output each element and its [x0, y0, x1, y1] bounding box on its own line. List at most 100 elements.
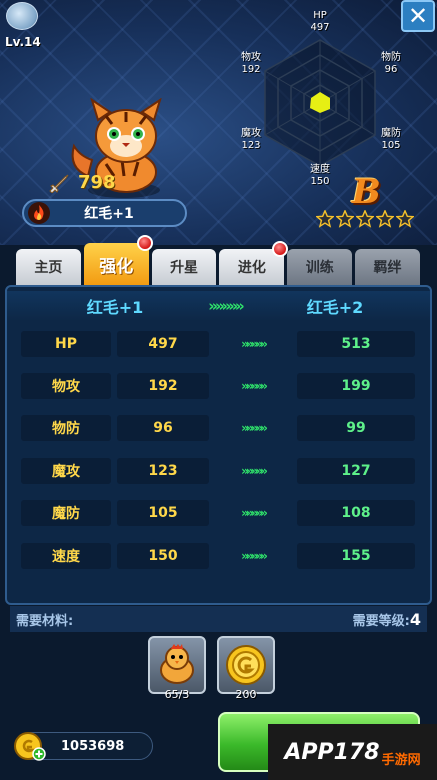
- avatar-icon: [6, 2, 38, 30]
- radar-mdef-value: 105: [381, 140, 401, 151]
- radar-patk-name: 物攻: [241, 52, 261, 63]
- material-count: 65/3: [164, 688, 190, 701]
- arrow-right-icon: »»»»»: [241, 549, 268, 563]
- tab-enhance-label: 强化: [99, 256, 134, 277]
- stat-label: 魔攻: [21, 458, 111, 484]
- stat-row-hp: HP 497 »»»»» 513: [21, 331, 421, 357]
- stat-current: 192: [117, 373, 209, 399]
- radar-speed-name: 速度: [310, 164, 330, 175]
- notification-dot: [136, 235, 153, 251]
- radar-pdef-value: 96: [384, 64, 398, 75]
- required-level-label: 需要等级:: [352, 613, 410, 629]
- stat-label: 物防: [21, 415, 111, 441]
- tab-enhance[interactable]: 强化: [83, 235, 153, 285]
- watermark-subtext: 手游网: [381, 753, 421, 768]
- arrow-right-icon: »»»»»: [241, 506, 268, 520]
- watermark-text: APP178: [284, 739, 380, 765]
- gold-coin-icon: [226, 645, 266, 685]
- stat-label: 魔防: [21, 500, 111, 526]
- player-avatar[interactable]: [4, 2, 44, 32]
- chevron-right-icon: »»»»»: [208, 297, 244, 315]
- stat-current: 105: [117, 500, 209, 526]
- tab-home-label: 主页: [34, 260, 63, 276]
- tab-evolve-label: 进化: [237, 260, 266, 276]
- radar-matk-name: 魔攻: [241, 128, 261, 139]
- material-slot-chicken[interactable]: [148, 636, 206, 694]
- compare-header: 红毛+1 »»»»» 红毛+2: [7, 291, 430, 321]
- material-count: 200: [235, 688, 257, 701]
- tab-bond[interactable]: 羁绊: [355, 249, 420, 285]
- star-icon: [316, 210, 334, 228]
- stat-row-matk: 魔攻 123 »»»»» 127: [21, 458, 421, 484]
- radar-patk-value: 192: [241, 64, 261, 75]
- radar-label-pdef: 物防 96: [366, 52, 416, 76]
- tab-evolve[interactable]: 进化: [219, 241, 289, 285]
- tab-home[interactable]: 主页: [16, 249, 81, 285]
- power-value: 798: [78, 172, 116, 193]
- radar-pdef-name: 物防: [381, 52, 401, 63]
- stat-label: HP: [21, 331, 111, 357]
- radar-label-matk: 魔攻 123: [226, 128, 276, 152]
- stat-row-pdef: 物防 96 »»»»» 99: [21, 415, 421, 441]
- tab-train-label: 训练: [305, 260, 334, 276]
- gold-balance: 1053698: [13, 729, 153, 763]
- radar-speed-value: 150: [310, 176, 330, 187]
- radar-label-patk: 物攻 192: [226, 52, 276, 76]
- tab-star-up-label: 升星: [170, 260, 199, 276]
- materials-title: 需要材料:: [16, 613, 74, 629]
- next-level-name: 红毛+2: [306, 298, 364, 317]
- star-icon: [356, 210, 374, 228]
- power-display: 798: [48, 172, 116, 193]
- stat-row-mdef: 魔防 105 »»»»» 108: [21, 500, 421, 526]
- stat-next: 99: [297, 415, 415, 441]
- radar-label-speed: 速度 150: [295, 164, 345, 188]
- level-label: Lv.14: [5, 35, 41, 49]
- stat-next: 199: [297, 373, 415, 399]
- pet-scene: Lv.14 ✕ HP 497 物攻 192 物防 96 魔攻 123 魔防 10…: [0, 0, 437, 245]
- stat-label: 速度: [21, 543, 111, 569]
- stat-next: 155: [297, 543, 415, 569]
- stat-next: 127: [297, 458, 415, 484]
- notification-dot: [272, 241, 289, 257]
- tab-train[interactable]: 训练: [287, 249, 353, 285]
- grade-badge: B: [352, 172, 381, 212]
- stat-row-speed: 速度 150 »»»»» 155: [21, 543, 421, 569]
- stat-current: 497: [117, 331, 209, 357]
- radar-hp-name: HP: [313, 10, 327, 21]
- tab-bar: 主页 强化 升星 进化 训练 羁绊: [16, 235, 420, 285]
- radar-mdef-name: 魔防: [381, 128, 401, 139]
- current-level-name: 红毛+1: [86, 298, 144, 317]
- star-icon: [396, 210, 414, 228]
- material-slot-gold[interactable]: [217, 636, 275, 694]
- star-icon: [336, 210, 354, 228]
- enhance-panel: 红毛+1 »»»»» 红毛+2 HP 497 »»»»» 513 物攻 192 …: [5, 285, 432, 605]
- stat-row-patk: 物攻 192 »»»»» 199: [21, 373, 421, 399]
- required-level: 需要等级:4: [353, 610, 421, 629]
- tab-star-up[interactable]: 升星: [151, 249, 217, 285]
- tab-bond-label: 羁绊: [373, 260, 402, 276]
- gold-plus-icon[interactable]: [13, 729, 47, 763]
- radar-matk-value: 123: [241, 140, 261, 151]
- arrow-right-icon: »»»»»: [241, 464, 268, 478]
- arrow-right-icon: »»»»»: [241, 421, 268, 435]
- stat-label: 物攻: [21, 373, 111, 399]
- radar-hp-value: 497: [310, 22, 330, 33]
- stat-radar: HP 497 物攻 192 物防 96 魔攻 123 魔防 105 速度 150: [232, 6, 437, 191]
- star-icon: [376, 210, 394, 228]
- site-watermark: APP178 手游网: [268, 724, 437, 780]
- stat-next: 108: [297, 500, 415, 526]
- radar-label-hp: HP 497: [295, 10, 345, 34]
- radar-label-mdef: 魔防 105: [366, 128, 416, 152]
- sword-icon: [49, 174, 69, 193]
- chicken-icon: [160, 644, 194, 684]
- arrow-right-icon: »»»»»: [241, 379, 268, 393]
- required-level-value: 4: [409, 609, 421, 629]
- materials-bar: 需要材料: 需要等级:4: [10, 606, 427, 632]
- stat-current: 123: [117, 458, 209, 484]
- arrow-right-icon: »»»»»: [241, 337, 268, 351]
- pet-name-bar: 红毛+1: [22, 199, 187, 227]
- stat-current: 96: [117, 415, 209, 441]
- star-rating: [316, 210, 414, 228]
- stat-current: 150: [117, 543, 209, 569]
- gold-amount: 1053698: [61, 738, 125, 754]
